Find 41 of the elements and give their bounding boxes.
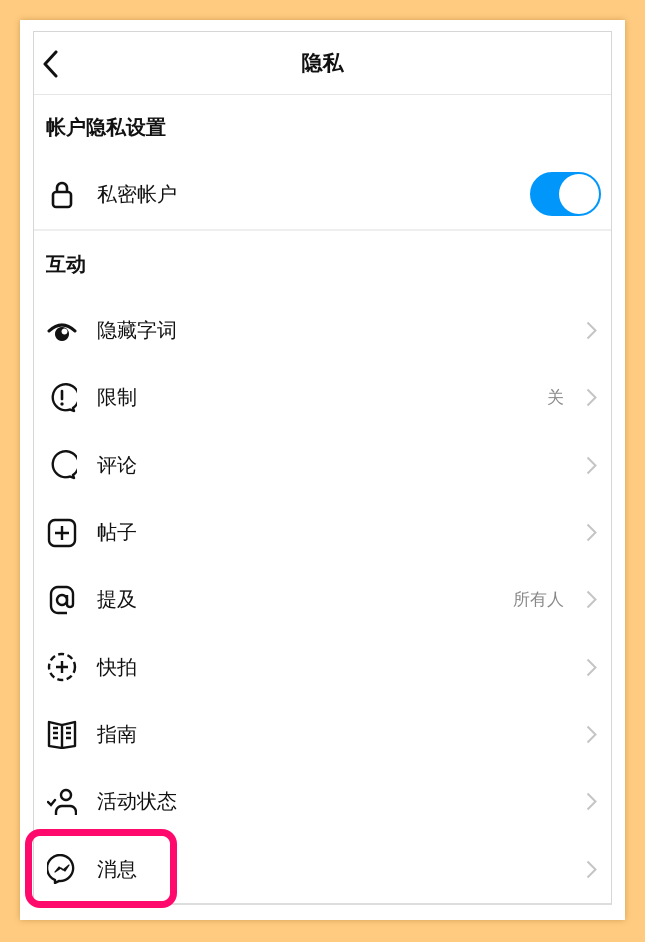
add-square-icon xyxy=(47,518,77,548)
section-heading: 互动 xyxy=(46,250,86,278)
settings-item[interactable]: 指南 xyxy=(34,700,611,768)
chevron-right-icon xyxy=(586,658,597,677)
settings-item[interactable]: 消息 xyxy=(34,835,611,903)
chevron-right-icon xyxy=(586,792,597,812)
settings-item[interactable]: 快拍 xyxy=(34,633,611,701)
chevron-right-icon xyxy=(586,860,597,879)
chevron-right-icon xyxy=(586,321,597,340)
setting-label: 消息 xyxy=(97,856,138,883)
book-icon xyxy=(47,719,77,750)
setting-label: 提及 xyxy=(97,586,138,614)
user-check-icon xyxy=(47,786,77,817)
toggle-switch[interactable] xyxy=(530,172,601,216)
dashed-add-circle-icon xyxy=(47,652,77,682)
at-sign-icon xyxy=(47,584,77,615)
chevron-right-icon xyxy=(586,590,597,610)
settings-item[interactable]: 帖子 xyxy=(34,498,611,566)
settings-item[interactable]: 提及 所有人 xyxy=(34,566,611,634)
setting-label: 快拍 xyxy=(97,654,138,681)
setting-label: 评论 xyxy=(97,452,138,479)
setting-label: 限制 xyxy=(97,384,138,412)
setting-value: 所有人 xyxy=(513,589,564,612)
setting-value: 关 xyxy=(547,387,564,410)
setting-label: 私密帐户 xyxy=(97,180,178,208)
settings-item[interactable]: 评论 xyxy=(34,432,611,499)
messenger-icon xyxy=(47,854,77,884)
back-icon[interactable] xyxy=(42,50,58,78)
section-heading: 帐户隐私设置 xyxy=(46,114,166,140)
settings-item[interactable]: 活动状态 xyxy=(34,768,611,836)
setting-label: 隐藏字词 xyxy=(97,317,178,344)
settings-item[interactable]: 限制 关 xyxy=(34,364,611,432)
setting-label: 帖子 xyxy=(97,519,138,546)
chevron-right-icon xyxy=(586,523,597,542)
settings-item[interactable]: 隐藏字词 xyxy=(34,297,611,364)
setting-label: 活动状态 xyxy=(97,788,178,816)
setting-label: 指南 xyxy=(97,720,138,748)
chevron-right-icon xyxy=(586,724,597,744)
page-title: 隐私 xyxy=(302,50,344,77)
chevron-right-icon xyxy=(586,456,597,475)
chevron-right-icon xyxy=(586,388,597,408)
